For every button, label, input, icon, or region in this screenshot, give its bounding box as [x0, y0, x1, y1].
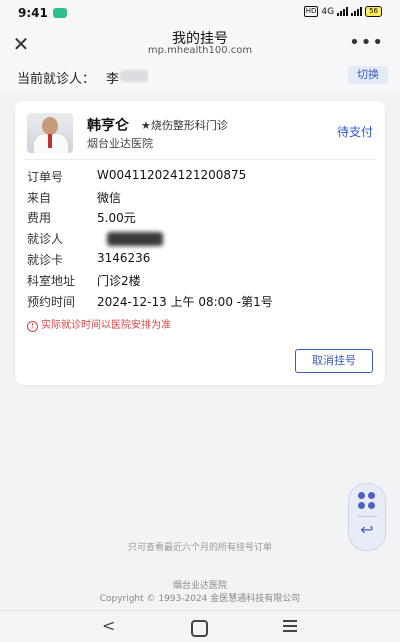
row-value: 5.00元: [97, 211, 136, 225]
current-patient-label: 当前就诊人：: [17, 72, 96, 87]
hd-network-icon: HD: [303, 6, 319, 17]
signal-icon: [337, 7, 349, 16]
home-icon[interactable]: [191, 620, 208, 637]
footer-hospital: 烟台业达医院: [172, 581, 227, 591]
divider: [357, 516, 377, 517]
cancel-registration-button[interactable]: 取消挂号: [295, 349, 373, 373]
notice-text: 实际就诊时间以医院安排为准: [41, 320, 171, 331]
registration-card[interactable]: 韩亨仑 ★烧伤整形科门诊 烟台业达医院 待支付 订单号 W00411202412…: [15, 101, 385, 385]
privacy-mask: [120, 70, 148, 82]
notification-app-icon: [53, 8, 67, 18]
menu-icon[interactable]: [283, 620, 297, 635]
row-value: 3146236: [97, 251, 151, 265]
status-indicators: HD 4G 56: [303, 6, 382, 17]
doctor-avatar: [27, 113, 73, 153]
payment-status[interactable]: 待支付: [337, 123, 373, 140]
warning-icon: !: [27, 321, 38, 332]
row-label: 科室地址: [27, 274, 76, 288]
return-icon[interactable]: ↩: [349, 520, 385, 539]
row-value: W004112024121200875: [97, 168, 247, 182]
battery-icon: 56: [365, 6, 382, 17]
signal-icon-2: [351, 7, 363, 16]
hospital-name: 烟台业达医院: [87, 137, 153, 150]
department-name: ★烧伤整形科门诊: [141, 119, 228, 132]
footer-copyright: Copyright © 1993-2024 金医慧通科技有限公司: [99, 594, 301, 604]
switch-patient-button[interactable]: 切换: [348, 66, 388, 84]
page-url: mp.mhealth100.com: [147, 45, 253, 56]
title-bar: ✕ 我的挂号 mp.mhealth100.com •••: [0, 26, 400, 62]
row-label: 费用: [27, 211, 52, 225]
row-label: 就诊人: [27, 232, 64, 246]
current-patient-bar: 当前就诊人： 李 切换: [0, 62, 400, 90]
row-label: 来自: [27, 191, 52, 205]
row-label: 订单号: [27, 170, 64, 184]
network-type: 4G: [321, 6, 335, 17]
row-value: 门诊2楼: [97, 274, 141, 288]
grid-icon[interactable]: [358, 492, 376, 510]
privacy-mask: [107, 232, 163, 246]
row-value: 2024-12-13 上午 08:00 -第1号: [97, 295, 273, 309]
time-notice: ! 实际就诊时间以医院安排为准: [27, 316, 171, 332]
row-label: 预约时间: [27, 295, 76, 309]
status-bar: 9:41 HD 4G 56: [0, 0, 400, 26]
system-nav-bar: <: [0, 610, 400, 642]
more-icon[interactable]: •••: [349, 32, 384, 53]
doctor-name: 韩亨仑: [87, 118, 129, 134]
row-label: 就诊卡: [27, 253, 64, 267]
divider: [25, 159, 375, 160]
row-value: 微信: [97, 191, 122, 205]
current-patient-name: 李: [106, 72, 120, 87]
back-icon[interactable]: <: [102, 616, 115, 635]
history-note: 只可查看最近六个月的所有挂号订单: [127, 543, 272, 553]
status-time: 9:41: [18, 6, 48, 20]
